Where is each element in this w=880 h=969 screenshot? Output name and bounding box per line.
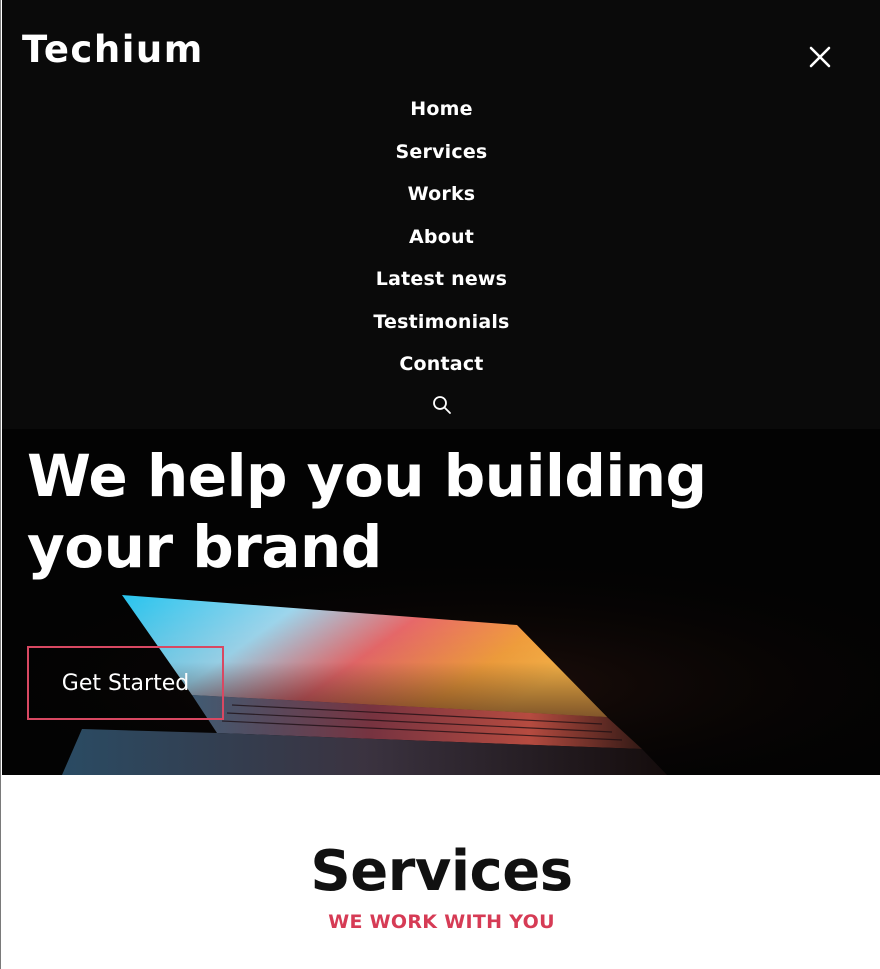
nav-link-works[interactable]: Works — [408, 183, 476, 205]
close-icon — [809, 46, 831, 68]
close-menu-button[interactable] — [803, 40, 837, 74]
nav-link-contact[interactable]: Contact — [399, 353, 483, 375]
nav-menu: Home Services Works About Latest news Te… — [2, 88, 880, 386]
nav-item-services: Services — [2, 131, 880, 174]
nav-link-testimonials[interactable]: Testimonials — [373, 311, 509, 333]
services-subtitle: WE WORK WITH YOU — [328, 911, 555, 933]
hero-section: We help you building your brand Get Star… — [2, 429, 880, 775]
search-icon — [433, 396, 451, 414]
nav-item-works: Works — [2, 173, 880, 216]
nav-link-latest-news[interactable]: Latest news — [376, 268, 507, 290]
nav-item-testimonials: Testimonials — [2, 301, 880, 344]
nav-item-latest-news: Latest news — [2, 258, 880, 301]
hero-title: We help you building your brand — [27, 442, 707, 581]
nav-link-services[interactable]: Services — [396, 141, 488, 163]
nav-item-about: About — [2, 216, 880, 259]
navigation-overlay: Techium Home Services Works About Latest… — [2, 0, 880, 429]
search-button[interactable] — [431, 394, 453, 416]
get-started-button[interactable]: Get Started — [27, 646, 224, 720]
nav-item-home: Home — [2, 88, 880, 131]
nav-item-contact: Contact — [2, 343, 880, 386]
nav-link-home[interactable]: Home — [410, 98, 472, 120]
site-logo[interactable]: Techium — [22, 29, 204, 71]
services-title: Services — [310, 839, 573, 904]
services-section: Services WE WORK WITH YOU — [2, 775, 880, 969]
nav-link-about[interactable]: About — [409, 226, 474, 248]
